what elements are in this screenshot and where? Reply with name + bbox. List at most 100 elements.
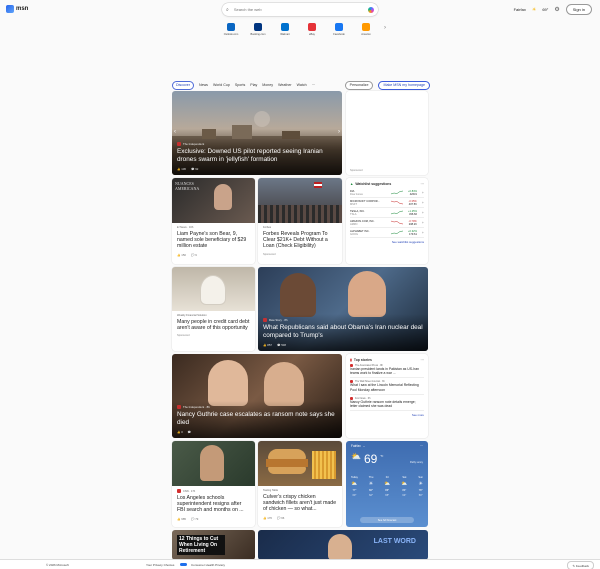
watchlist-title-label: Watchlist suggestions	[355, 182, 392, 186]
like-icon[interactable]: 👍 136	[177, 167, 186, 171]
tab-money[interactable]: Money	[262, 83, 273, 87]
msn-logo[interactable]: msn	[6, 5, 28, 13]
card-culvers-headline[interactable]: Culver's crispy chicken sandwich fillets…	[263, 494, 337, 513]
header-temperature[interactable]: 69°	[542, 7, 548, 12]
shortcut-item[interactable]: Booking.com	[249, 23, 267, 36]
card-liam-headline[interactable]: Liam Payne's son Bear, 9, named sole ben…	[177, 231, 250, 250]
watchlist-link[interactable]: See watchlist suggestions	[350, 240, 424, 244]
card-forbes[interactable]: Forbes Forbes Reveals Program To Clear $…	[258, 178, 342, 264]
top-story-item[interactable]: The Wall Street Journal · 3h What I saw a…	[350, 378, 424, 395]
tab-play[interactable]: Play	[250, 83, 257, 87]
tab-watch[interactable]: Watch	[297, 83, 307, 87]
comment-icon[interactable]: 💬 508	[277, 343, 286, 347]
hero-next-icon[interactable]: ›	[338, 129, 340, 135]
hero-headline[interactable]: Exclusive: Downed US pilot reported seei…	[177, 148, 337, 164]
add-to-watchlist-icon[interactable]: +	[422, 231, 424, 235]
top-story-headline[interactable]: What I saw at the Lincoln Memorial Refle…	[350, 383, 424, 391]
footer-privacy-link[interactable]: Your Privacy Choices	[146, 563, 174, 567]
watchlist-row[interactable]: MICROSOFT CORPOR... MSFT -0.35% 407.56 +	[350, 198, 424, 208]
card-credit[interactable]: Weekly Financial Solution Many people in…	[172, 267, 255, 351]
copilot-icon[interactable]	[368, 6, 374, 13]
settings-gear-icon[interactable]: ⚙	[554, 6, 559, 13]
comment-icon[interactable]: 💬 66	[277, 516, 284, 520]
card-obama-headline[interactable]: What Republicans said about Obama's Iran…	[263, 324, 423, 340]
like-icon[interactable]: 👍 0	[177, 430, 183, 434]
location-label[interactable]: Fairfax	[514, 7, 526, 12]
forecast-day[interactable]: Sat ⛅ 84° 64°	[401, 476, 407, 497]
search-input[interactable]	[233, 7, 354, 12]
forecast-day[interactable]: Thu ☀ 82° 62°	[369, 476, 373, 497]
shortcut-icon	[335, 23, 343, 31]
weather-location[interactable]: Fairfax	[351, 444, 361, 448]
card-liam[interactable]: NUANCES AMERICANA E! News · 16h Liam Pay…	[172, 178, 255, 264]
weather-card[interactable]: Fairfax ⌄ ··· ⛅ 69 °F Partly sunny Today…	[346, 441, 428, 527]
add-to-watchlist-icon[interactable]: +	[422, 221, 424, 225]
like-icon[interactable]: 👍 857	[263, 343, 272, 347]
shortcut-item[interactable]: Outlook.com	[222, 23, 240, 36]
tab-world-cup[interactable]: World Cup	[213, 83, 230, 87]
top-stories-see-more[interactable]: See more	[350, 413, 424, 417]
card-lastword[interactable]: LAST WORD	[258, 530, 428, 560]
tab-weather[interactable]: Weather	[278, 83, 292, 87]
shortcut-item[interactable]: Walmart	[276, 23, 294, 36]
forecast-day[interactable]: Sun ☀ 78° 59°	[418, 476, 423, 497]
shortcut-item[interactable]: Amazon	[357, 23, 375, 36]
shortcut-item[interactable]: Facebook	[330, 23, 348, 36]
card-guthrie[interactable]: The Independent · 8h Nancy Guthrie case …	[172, 354, 342, 438]
signin-button[interactable]: Sign in	[565, 4, 592, 15]
card-credit-headline[interactable]: Many people in credit card debt aren't a…	[177, 319, 250, 331]
shortcut-item[interactable]: eBay	[303, 23, 321, 36]
more-options-icon[interactable]: ···	[421, 358, 424, 362]
personalize-button[interactable]: Personalize	[344, 80, 374, 90]
top-story-headline[interactable]: Iranian president lands in Pakistan as U…	[350, 367, 424, 375]
forecast-day[interactable]: Today ⛅ 77° 60°	[351, 476, 358, 497]
comment-icon[interactable]: 💬 9	[191, 253, 197, 257]
watchlist-row[interactable]: ALPHABET INC. GOOG +0.32% 179.61 +	[350, 228, 424, 238]
comment-icon[interactable]: 💬 79	[191, 517, 198, 521]
card-obama-source-label: Raw Story · 8h	[269, 318, 288, 323]
card-forbes-headline[interactable]: Forbes Reveals Program To Clear $21K+ De…	[263, 231, 337, 250]
privacy-toggle-icon[interactable]	[180, 562, 187, 566]
chevron-down-icon[interactable]: ⌄	[363, 444, 366, 448]
watchlist-row[interactable]: AMAZON.COM, INC. AMZN -0.79% 208.26 +	[350, 218, 424, 228]
like-icon[interactable]: 👍 176	[263, 516, 272, 520]
more-options-icon[interactable]: ···	[421, 182, 424, 186]
weather-unit[interactable]: °F	[380, 454, 383, 458]
comment-icon[interactable]: 💬 92	[191, 167, 198, 171]
top-story-item[interactable]: The Associated Press · 8h Iranian preside…	[350, 362, 424, 379]
card-lausd-headline[interactable]: Los Angeles schools superintendent resig…	[177, 495, 250, 514]
card-lausd[interactable]: CNN · 17h Los Angeles schools superinten…	[172, 441, 255, 527]
more-options-icon[interactable]: ···	[420, 444, 423, 448]
watchlist-row[interactable]: TESLA, INC. TSLA +1.25% 336.66 +	[350, 208, 424, 218]
tab-discover[interactable]: Discover	[172, 80, 194, 90]
add-to-watchlist-icon[interactable]: +	[422, 191, 424, 195]
footer-consumer-link[interactable]: Consumer Health Privacy	[191, 563, 225, 567]
tab-sports[interactable]: Sports	[235, 83, 245, 87]
make-homepage-button[interactable]: Make MSN my homepage	[378, 80, 430, 90]
feedback-button[interactable]: ✎ Feedback	[567, 561, 594, 569]
nav-tabs: Discover News World Cup Sports Play Money Weat…	[172, 80, 430, 90]
ad-card-top[interactable]: Sponsored	[346, 91, 428, 175]
person-figure	[264, 362, 304, 406]
card-guthrie-headline[interactable]: Nancy Guthrie case escalates as ransom n…	[177, 411, 337, 427]
watchlist-row[interactable]: DIA Dow Jones +0.84% 42631 +	[350, 188, 424, 198]
card-obama[interactable]: Raw Story · 8h What Republicans said abo…	[258, 267, 428, 351]
forecast-day[interactable]: Fri ⛅ 86° 65°	[384, 476, 390, 497]
forecast-high: 84°	[402, 489, 407, 492]
chevron-right-icon[interactable]: ›	[384, 25, 386, 36]
tab-news[interactable]: News	[199, 83, 208, 87]
comment-icon[interactable]: 💬	[188, 430, 191, 434]
hero-prev-icon[interactable]: ‹	[174, 129, 176, 135]
add-to-watchlist-icon[interactable]: +	[422, 211, 424, 215]
hero-card[interactable]: ‹ › The Independent Exclusive: Downed US…	[172, 91, 342, 175]
like-icon[interactable]: 👍 150	[177, 253, 186, 257]
top-story-headline[interactable]: Nancy Guthrie ransom note details emerge…	[350, 400, 424, 408]
card-retirement[interactable]: 12 Things to Cut When Living On Retireme…	[172, 530, 255, 560]
tab-more[interactable]: ···	[312, 83, 316, 87]
like-icon[interactable]: 👍 985	[177, 517, 186, 521]
add-to-watchlist-icon[interactable]: +	[422, 201, 424, 205]
top-story-item[interactable]: Fox News · 6h Nancy Guthrie ransom note d…	[350, 395, 424, 412]
search-box[interactable]: ⌕	[222, 3, 378, 16]
weather-forecast-button[interactable]: See full forecast	[360, 517, 414, 523]
card-culvers[interactable]: Tasting Table Culver's crispy chicken sa…	[258, 441, 342, 527]
